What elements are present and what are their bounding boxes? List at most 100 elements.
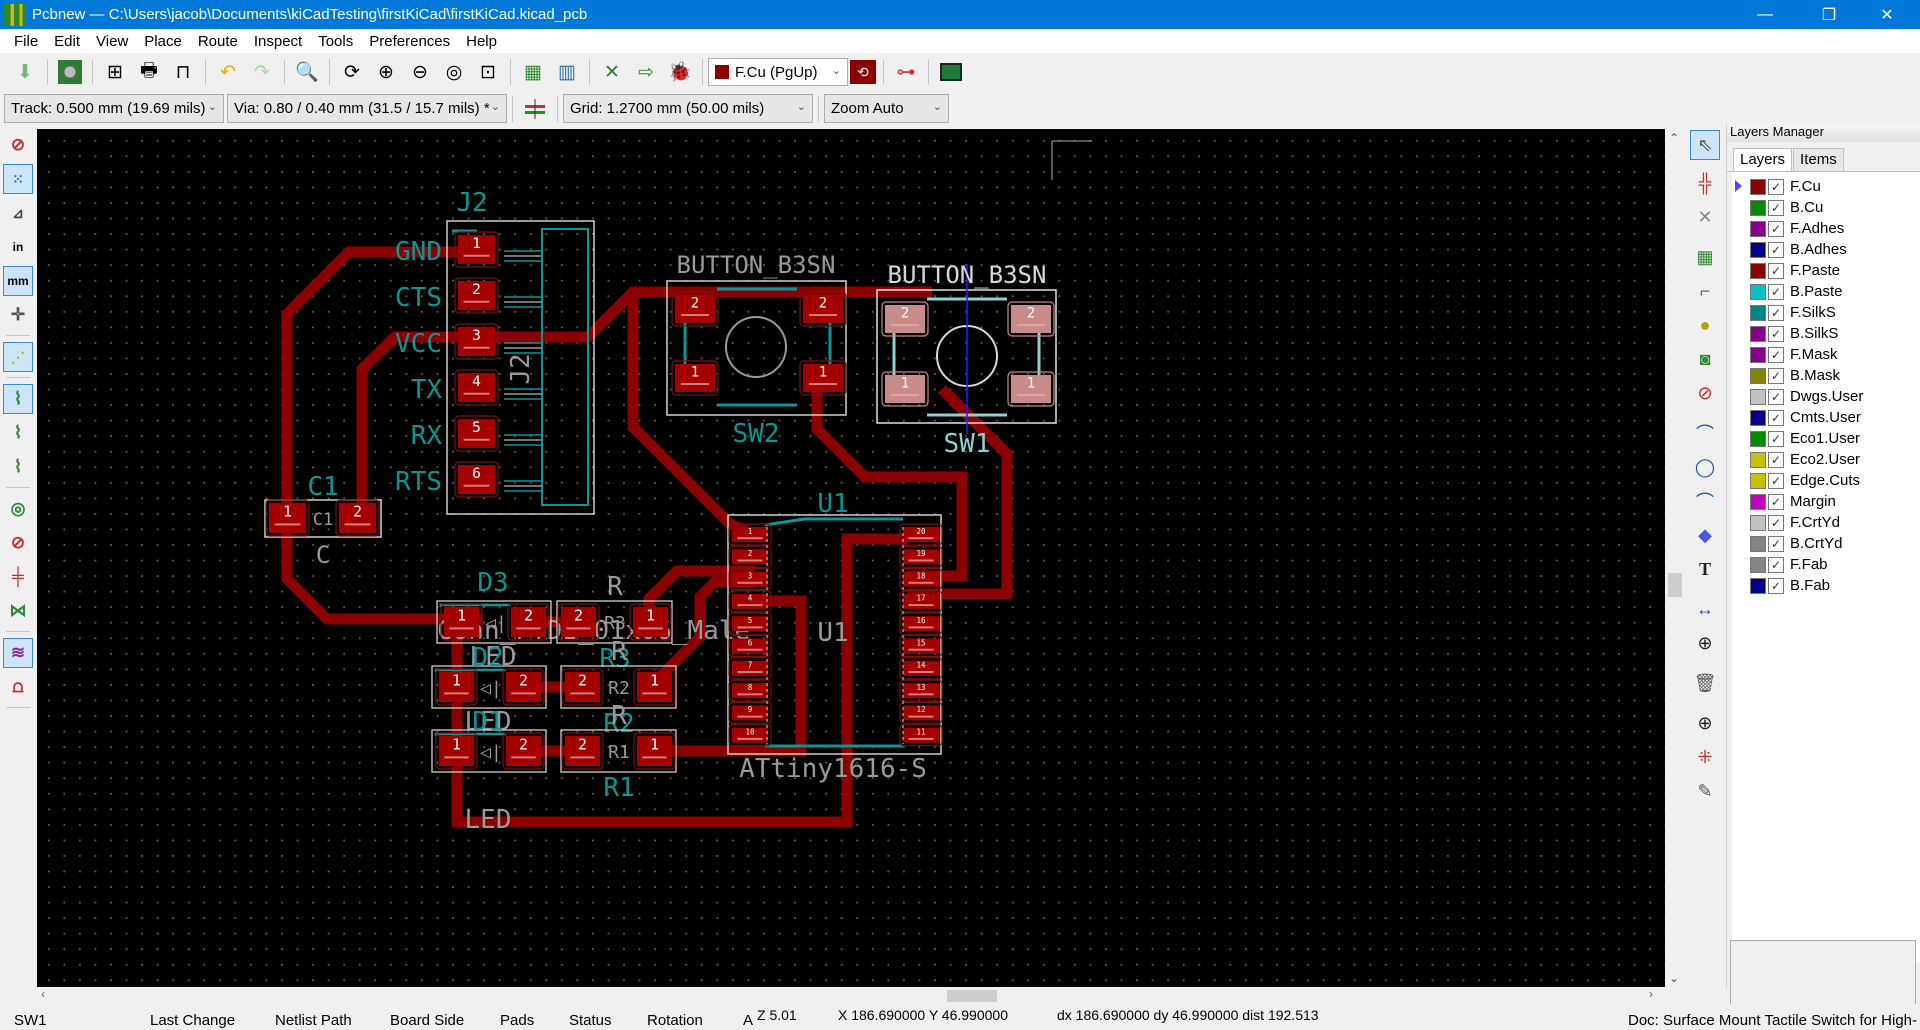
pad[interactable]: 1 xyxy=(633,668,676,706)
layer-visibility-checkbox[interactable]: ✓ xyxy=(1768,514,1784,531)
scripting-console-icon[interactable] xyxy=(936,57,966,87)
undo-icon[interactable]: ↶ xyxy=(213,57,243,87)
pad[interactable]: 2 xyxy=(502,668,545,706)
layer-row-cmts-user[interactable]: ✓ Cmts.User xyxy=(1732,407,1920,428)
minimize-button[interactable]: — xyxy=(1736,0,1794,29)
highlight-net-icon[interactable]: ╬ xyxy=(1690,168,1720,198)
layer-row-edge-cuts[interactable]: ✓ Edge.Cuts xyxy=(1732,470,1920,491)
layer-visibility-checkbox[interactable]: ✓ xyxy=(1768,283,1784,300)
measure-icon[interactable]: ✎ xyxy=(1690,776,1720,806)
pad[interactable]: 1 xyxy=(435,732,478,770)
footprint-sw1[interactable]: BUTTON_B3SN SW1 2 2 1 1 xyxy=(876,261,1057,459)
footprint-u1[interactable]: U1 U1 ATtiny1616-S 123456789102019181716… xyxy=(727,489,943,784)
layer-color-swatch[interactable] xyxy=(1750,472,1766,489)
layer-visibility-checkbox[interactable]: ✓ xyxy=(1768,388,1784,405)
delete-icon[interactable]: 🗑 xyxy=(1690,668,1720,698)
pad[interactable]: 2 xyxy=(557,603,600,641)
pad[interactable]: 14 xyxy=(899,657,943,680)
update-pcb-icon[interactable]: ⇨ xyxy=(631,57,661,87)
add-arc-icon[interactable]: ⌒ xyxy=(1690,486,1720,516)
zones-outline-icon[interactable]: ⌇ xyxy=(3,418,33,448)
layer-color-swatch[interactable] xyxy=(1750,493,1766,510)
scroll-up-icon[interactable]: ⌃ xyxy=(1669,131,1679,145)
pad[interactable]: 2 xyxy=(502,732,545,770)
tracks-sketch-icon[interactable]: ╪ xyxy=(3,562,33,592)
route-track-icon[interactable]: ⌐ xyxy=(1690,276,1720,306)
board-setup-icon[interactable] xyxy=(55,57,85,87)
pad[interactable]: 9 xyxy=(728,701,772,725)
layer-color-swatch[interactable] xyxy=(1750,535,1766,552)
close-button[interactable]: ✕ xyxy=(1858,0,1916,29)
pad[interactable]: 5 xyxy=(728,612,772,635)
layer-visibility-checkbox[interactable]: ✓ xyxy=(1768,409,1784,426)
layer-visibility-checkbox[interactable]: ✓ xyxy=(1768,346,1784,363)
high-contrast-icon[interactable]: ≋ xyxy=(3,638,33,668)
grid-select[interactable]: Grid: 1.2700 mm (50.00 mils) ⌄ xyxy=(563,94,813,123)
layer-row-margin[interactable]: ✓ Margin xyxy=(1732,491,1920,512)
layer-visibility-checkbox[interactable]: ✓ xyxy=(1768,262,1784,279)
pad[interactable]: 1 xyxy=(881,371,929,407)
pad[interactable]: 4 xyxy=(728,590,772,613)
polar-coords-icon[interactable]: ⊿ xyxy=(3,198,33,228)
load-netlist-icon[interactable]: ✕ xyxy=(597,57,627,87)
set-origin-icon[interactable]: ⊕ xyxy=(1690,708,1720,738)
cursor-shape-icon[interactable]: ✛ xyxy=(3,300,33,330)
add-line-icon[interactable]: ⌒ xyxy=(1690,418,1720,448)
unit-mm-button[interactable]: mm xyxy=(3,266,33,296)
layer-visibility-checkbox[interactable]: ✓ xyxy=(1768,472,1784,489)
layer-visibility-checkbox[interactable]: ✓ xyxy=(1768,430,1784,447)
add-dimension-icon[interactable]: ↔ xyxy=(1690,594,1720,624)
layer-visibility-checkbox[interactable]: ✓ xyxy=(1768,241,1784,258)
page-settings-icon[interactable]: ⊞ xyxy=(100,57,130,87)
scroll-down-icon[interactable]: ⌄ xyxy=(1669,971,1679,985)
layer-color-swatch[interactable] xyxy=(1750,325,1766,342)
layer-color-swatch[interactable] xyxy=(1750,178,1766,195)
layer-visibility-checkbox[interactable]: ✓ xyxy=(1768,535,1784,552)
layer-color-swatch[interactable] xyxy=(1750,220,1766,237)
menu-tools[interactable]: Tools xyxy=(310,33,361,50)
menu-edit[interactable]: Edit xyxy=(46,33,88,50)
schematic-icon[interactable]: ⊶ xyxy=(891,57,921,87)
layer-color-swatch[interactable] xyxy=(1750,514,1766,531)
redo-icon[interactable]: ↷ xyxy=(247,57,277,87)
pad[interactable]: 1 xyxy=(633,732,676,770)
menu-inspect[interactable]: Inspect xyxy=(246,33,310,50)
layer-row-eco1-user[interactable]: ✓ Eco1.User xyxy=(1732,428,1920,449)
pad[interactable]: 1 xyxy=(629,603,672,641)
layer-row-f-adhes[interactable]: ✓ F.Adhes xyxy=(1732,218,1920,239)
vias-sketch-icon[interactable]: ⊘ xyxy=(3,528,33,558)
pad[interactable]: 20 xyxy=(899,523,943,546)
layer-row-f-fab[interactable]: ✓ F.Fab xyxy=(1732,554,1920,575)
layer-row-dwgs-user[interactable]: ✓ Dwgs.User xyxy=(1732,386,1920,407)
layer-color-swatch[interactable] xyxy=(1750,556,1766,573)
layer-color-swatch[interactable] xyxy=(1750,388,1766,405)
pad[interactable]: 19 xyxy=(899,545,943,568)
pcb-canvas[interactable]: J2 J2 Conn_FTDI_01x06_Male 1GND2CTS3VCC4… xyxy=(37,129,1665,987)
add-polygon-icon[interactable]: ◆ xyxy=(1690,520,1720,550)
pad[interactable]: 2 xyxy=(728,545,772,568)
horizontal-scroll-thumb[interactable] xyxy=(947,990,997,1002)
menu-view[interactable]: View xyxy=(88,33,136,50)
layer-visibility-checkbox[interactable]: ✓ xyxy=(1768,367,1784,384)
footprint-browser-icon[interactable]: ▥ xyxy=(552,57,582,87)
pad[interactable]: 16 xyxy=(899,612,943,635)
layer-row-b-cu[interactable]: ✓ B.Cu xyxy=(1732,197,1920,218)
layer-color-swatch[interactable] xyxy=(1750,241,1766,258)
vertical-scrollbar[interactable]: ⌃ ⌄ xyxy=(1665,129,1685,987)
layer-visibility-checkbox[interactable]: ✓ xyxy=(1768,220,1784,237)
layer-color-swatch[interactable] xyxy=(1750,409,1766,426)
pad[interactable]: 2 xyxy=(799,291,847,327)
grid-origin-icon[interactable]: ⁜ xyxy=(1690,742,1720,772)
pad[interactable]: 2 xyxy=(881,301,929,337)
zones-hidden-icon[interactable]: ⌇ xyxy=(3,452,33,482)
pad[interactable]: 7 xyxy=(728,657,772,680)
layer-row-f-paste[interactable]: ✓ F.Paste xyxy=(1732,260,1920,281)
drc-off-icon[interactable]: ⊘ xyxy=(3,130,33,160)
microwave-tools-icon[interactable]: ⩍ xyxy=(3,672,33,702)
layer-visibility-checkbox[interactable]: ✓ xyxy=(1768,178,1784,195)
layer-color-swatch[interactable] xyxy=(1750,304,1766,321)
layer-row-f-crtyd[interactable]: ✓ F.CrtYd xyxy=(1732,512,1920,533)
auto-track-width-icon[interactable] xyxy=(520,94,550,124)
layer-visibility-checkbox[interactable]: ✓ xyxy=(1768,493,1784,510)
add-keepout-icon[interactable]: ⊘ xyxy=(1690,378,1720,408)
